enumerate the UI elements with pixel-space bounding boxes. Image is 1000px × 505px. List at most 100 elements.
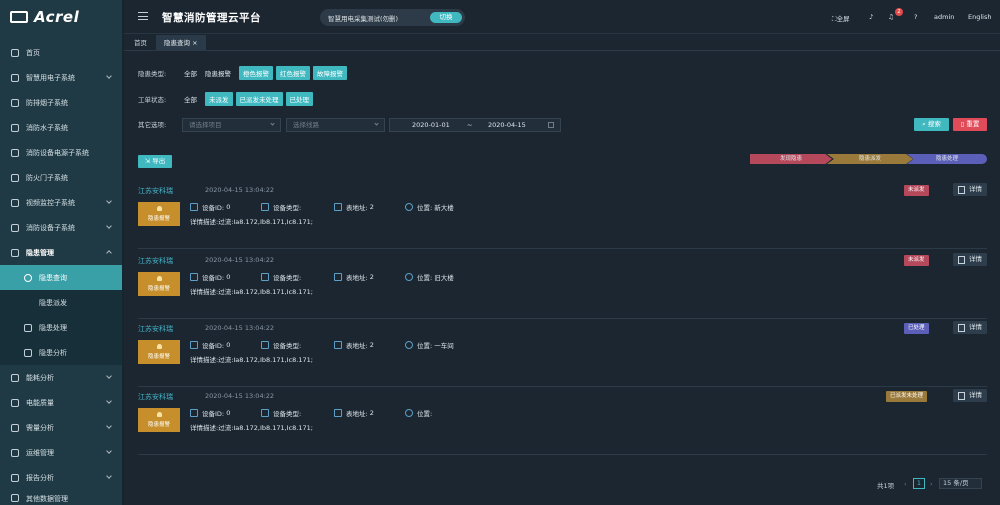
sidebar-item-home[interactable]: 首页 bbox=[0, 40, 122, 65]
company-link[interactable]: 江苏安科瑞 bbox=[138, 392, 173, 402]
filter-status-undispatched[interactable]: 未派发 bbox=[205, 92, 233, 106]
status-badge: 已处理 bbox=[904, 323, 929, 334]
project-name: 智慧用电采集测试(勿删) bbox=[328, 14, 399, 23]
logo: Acrel bbox=[0, 0, 122, 34]
chevron-down-icon bbox=[106, 73, 112, 79]
filter-status-all[interactable]: 全部 bbox=[184, 94, 197, 104]
sidebar-item-hazard[interactable]: 隐患管理 bbox=[0, 240, 122, 265]
chevron-up-icon bbox=[106, 250, 112, 256]
tab-home[interactable]: 首页 bbox=[126, 35, 155, 51]
alarm-tag: 隐患报警 bbox=[138, 408, 180, 432]
fullscreen-button[interactable]: ⛶全屏 bbox=[832, 13, 850, 24]
sidebar-item-hazard-analysis[interactable]: 隐患分析 bbox=[0, 340, 122, 365]
hazard-record: 江苏安科瑞 2020-04-15 13:04:22 隐患报警 设备ID: 0 设… bbox=[138, 321, 987, 387]
filter-other-label: 其它选项: bbox=[138, 121, 167, 129]
language-switch[interactable]: English bbox=[968, 13, 991, 21]
meter-icon bbox=[334, 203, 342, 211]
sidebar-item-smart-power[interactable]: 智慧用电子系统 bbox=[0, 65, 122, 90]
sidebar-item-other-data[interactable]: 其他数据管理 bbox=[0, 490, 122, 504]
chevron-down-icon bbox=[270, 121, 275, 126]
detail-button[interactable]: 详情 bbox=[953, 253, 987, 266]
close-icon[interactable]: × bbox=[192, 39, 197, 47]
date-range-picker[interactable]: 2020-01-01 ~ 2020-04-15 bbox=[389, 118, 561, 132]
hazard-record: 江苏安科瑞 2020-04-15 13:04:22 隐患报警 设备ID: 0 设… bbox=[138, 253, 987, 319]
calendar-icon bbox=[548, 122, 554, 128]
notification-badge: 2 bbox=[895, 8, 903, 16]
lock-icon bbox=[11, 98, 19, 107]
company-link[interactable]: 江苏安科瑞 bbox=[138, 186, 173, 196]
user-menu[interactable]: admin bbox=[934, 13, 954, 21]
filter-status-processed[interactable]: 已处理 bbox=[285, 92, 313, 106]
help-icon[interactable]: ? bbox=[914, 13, 917, 21]
page-size-select[interactable]: 15 条/页 bbox=[939, 478, 982, 489]
sidebar-item-maintenance[interactable]: 运维管理 bbox=[0, 440, 122, 465]
page-1[interactable]: 1 bbox=[913, 478, 925, 489]
sidebar-item-fire-door[interactable]: 防火门子系统 bbox=[0, 165, 122, 190]
check-icon bbox=[24, 299, 32, 307]
chevron-down-icon bbox=[106, 198, 112, 204]
device-type-icon bbox=[261, 341, 269, 349]
volume-icon[interactable]: ♪ bbox=[869, 13, 873, 21]
sidebar-item-hazard-process[interactable]: 隐患处理 bbox=[0, 315, 122, 340]
logo-text: Acrel bbox=[34, 8, 80, 26]
sidebar-item-power-quality[interactable]: 电能质量 bbox=[0, 390, 122, 415]
date-start: 2020-01-01 bbox=[412, 121, 450, 129]
filter-type-all[interactable]: 全部 bbox=[184, 68, 197, 78]
menu-toggle-icon[interactable] bbox=[138, 12, 148, 20]
filter-type-orange[interactable]: 橙色报警 bbox=[239, 66, 273, 80]
detail-button[interactable]: 详情 bbox=[953, 321, 987, 334]
sidebar-item-video[interactable]: 视频监控子系统 bbox=[0, 190, 122, 215]
project-selector[interactable]: 智慧用电采集测试(勿删) 切换 bbox=[320, 9, 465, 26]
sidebar-item-water[interactable]: 消防水子系统 bbox=[0, 115, 122, 140]
sidebar-item-hazard-dispatch[interactable]: 隐患派发 bbox=[0, 290, 122, 315]
device-icon bbox=[190, 341, 198, 349]
device-icon bbox=[190, 203, 198, 211]
filter-type-alarm[interactable]: 隐患报警 bbox=[205, 68, 231, 78]
tab-hazard-query[interactable]: 隐患查询 × bbox=[156, 35, 206, 51]
next-page-icon[interactable]: › bbox=[930, 480, 933, 488]
data-icon bbox=[11, 494, 19, 502]
sidebar-item-report[interactable]: 报告分析 bbox=[0, 465, 122, 490]
filter-status-dispatched[interactable]: 已派发未处理 bbox=[235, 92, 283, 106]
chevron-down-icon bbox=[106, 448, 112, 454]
hazard-record: 江苏安科瑞 2020-04-15 13:04:22 隐患报警 设备ID: 0 设… bbox=[138, 183, 987, 249]
line-select[interactable]: 选择线路 bbox=[286, 118, 385, 132]
chevron-down-icon bbox=[106, 473, 112, 479]
sidebar-item-energy[interactable]: 能耗分析 bbox=[0, 365, 122, 390]
sidebar-item-hazard-query[interactable]: 隐患查询 bbox=[0, 265, 122, 290]
record-time: 2020-04-15 13:04:22 bbox=[205, 186, 275, 194]
export-button[interactable]: ⇲ 导出 bbox=[138, 155, 172, 168]
chevron-down-icon bbox=[106, 373, 112, 379]
bell-icon[interactable]: ♫ bbox=[888, 13, 894, 21]
trash-icon: ▯ bbox=[960, 120, 965, 128]
search-icon: ⌕ bbox=[922, 120, 926, 128]
location-icon bbox=[405, 273, 413, 281]
sidebar-item-fire-device[interactable]: 消防设备子系统 bbox=[0, 215, 122, 240]
alarm-tag: 隐患报警 bbox=[138, 272, 180, 296]
location-icon bbox=[405, 341, 413, 349]
company-link[interactable]: 江苏安科瑞 bbox=[138, 324, 173, 334]
sidebar-menu: 首页 智慧用电子系统 防排烟子系统 消防水子系统 消防设备电源子系统 防火门子系… bbox=[0, 40, 122, 504]
detail-button[interactable]: 详情 bbox=[953, 389, 987, 402]
logo-icon bbox=[10, 11, 28, 23]
sidebar-item-smoke[interactable]: 防排烟子系统 bbox=[0, 90, 122, 115]
sidebar-item-fire-power[interactable]: 消防设备电源子系统 bbox=[0, 140, 122, 165]
reset-button[interactable]: ▯ 重置 bbox=[953, 118, 987, 131]
filter-type-fault[interactable]: 故障报警 bbox=[313, 66, 347, 80]
detail-button[interactable]: 详情 bbox=[953, 183, 987, 196]
location-icon bbox=[405, 409, 413, 417]
search-button[interactable]: ⌕ 搜索 bbox=[914, 118, 949, 131]
project-select[interactable]: 请选择项目 bbox=[182, 118, 281, 132]
demand-icon bbox=[11, 423, 19, 432]
record-time: 2020-04-15 13:04:22 bbox=[205, 324, 275, 332]
prev-page-icon[interactable]: ‹ bbox=[904, 480, 907, 488]
filter-type-red[interactable]: 红色报警 bbox=[276, 66, 310, 80]
home-icon bbox=[11, 48, 19, 57]
switch-button[interactable]: 切换 bbox=[430, 12, 462, 23]
company-link[interactable]: 江苏安科瑞 bbox=[138, 256, 173, 266]
hazard-submenu: 隐患查询 隐患派发 隐患处理 隐患分析 bbox=[0, 265, 122, 365]
filter-hazard-type: 隐患类型: 全部 隐患报警 橙色报警 红色报警 故障报警 bbox=[138, 66, 350, 80]
sidebar-item-demand[interactable]: 需量分析 bbox=[0, 415, 122, 440]
meter-icon bbox=[334, 409, 342, 417]
chevron-down-icon bbox=[106, 223, 112, 229]
